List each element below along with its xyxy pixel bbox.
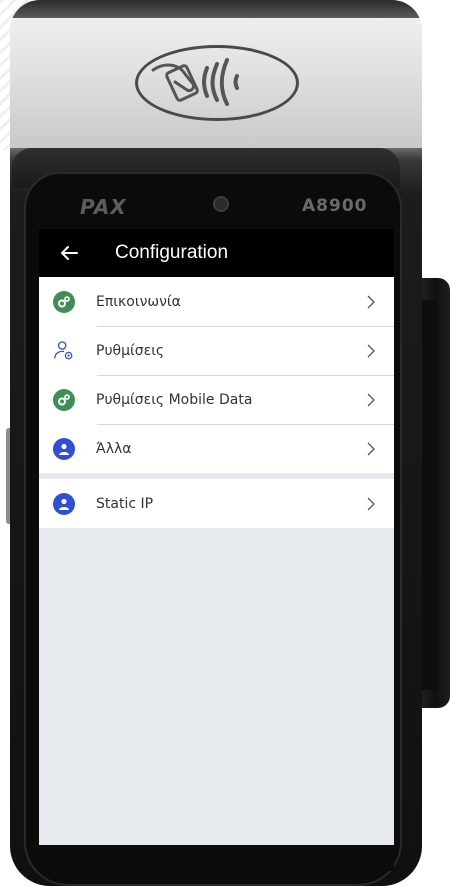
gear-icon <box>53 388 75 411</box>
menu-item-label: Ρυθμίσεις Mobile Data <box>96 391 253 408</box>
menu-item-label: Άλλα <box>96 440 132 457</box>
chevron-right-icon <box>367 344 375 357</box>
model-label: A8900 <box>302 196 368 216</box>
chevron-right-icon <box>367 393 375 406</box>
app-bar: Configuration <box>39 229 394 277</box>
menu-item-other[interactable]: Άλλα <box>39 424 394 473</box>
camera-icon <box>213 196 229 212</box>
settings-group: Static IP <box>39 479 394 528</box>
menu-item-label: Ρυθμίσεις <box>96 342 165 359</box>
settings-list: Επικοινωνία Ρυθμίσεις Ρυθμίσεις Mobile D… <box>39 277 394 528</box>
settings-group: Επικοινωνία Ρυθμίσεις Ρυθμίσεις Mobile D… <box>39 277 394 473</box>
menu-item-label: Επικοινωνία <box>96 293 181 310</box>
gear-icon <box>53 290 75 313</box>
menu-item-label: Static IP <box>96 495 154 512</box>
chevron-right-icon <box>367 295 375 308</box>
contactless-icon <box>151 58 239 106</box>
back-arrow-icon[interactable] <box>59 243 79 263</box>
chevron-right-icon <box>367 497 375 510</box>
page-title: Configuration <box>115 242 229 263</box>
user-settings-icon <box>53 340 75 362</box>
bottom-bezel <box>39 845 394 871</box>
user-icon <box>53 437 75 460</box>
brand-logo: PAX <box>80 195 127 219</box>
menu-item-static-ip[interactable]: Static IP <box>39 479 394 528</box>
chevron-right-icon <box>367 442 375 455</box>
menu-item-settings[interactable]: Ρυθμίσεις <box>39 326 394 375</box>
screen: Configuration Επικοινωνία Ρυθμίσεις Ρυθμ… <box>39 229 394 845</box>
user-icon <box>53 492 75 515</box>
menu-item-mobile-data[interactable]: Ρυθμίσεις Mobile Data <box>39 375 394 424</box>
terminal-top-edge <box>10 0 422 18</box>
menu-item-communication[interactable]: Επικοινωνία <box>39 277 394 326</box>
